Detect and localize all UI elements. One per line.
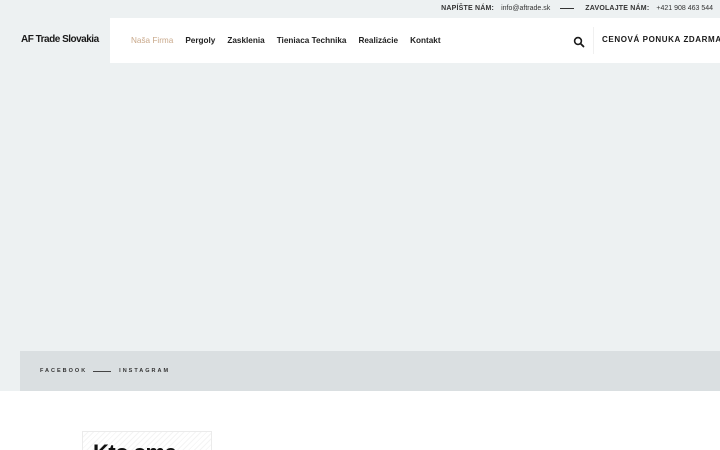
search-icon <box>573 36 585 48</box>
social-links: FACEBOOK INSTAGRAM <box>40 351 170 391</box>
social-strip: FACEBOOK INSTAGRAM <box>20 351 720 391</box>
free-quote-button[interactable]: CENOVÁ PONUKA ZDARMA <box>602 35 720 44</box>
nav-menu: Naša Firma Pergoly Zasklenia Tieniaca Te… <box>131 18 441 63</box>
nav-item-zasklenia[interactable]: Zasklenia <box>227 36 264 45</box>
nav-item-kontakt[interactable]: Kontakt <box>410 36 440 45</box>
nav-divider <box>593 27 594 54</box>
email-link[interactable]: info@aftrade.sk <box>501 5 550 12</box>
nav-item-tieniaca-technika[interactable]: Tieniaca Technika <box>277 36 347 45</box>
nav-item-realizacie[interactable]: Realizácie <box>358 36 398 45</box>
site-logo[interactable]: AF Trade Slovakia <box>21 34 99 45</box>
contact-divider <box>560 8 575 9</box>
contact-bar: NAPÍŠTE NÁM: info@aftrade.sk ZAVOLAJTE N… <box>441 0 713 17</box>
page: NAPÍŠTE NÁM: info@aftrade.sk ZAVOLAJTE N… <box>0 0 720 450</box>
write-us-label: NAPÍŠTE NÁM: <box>441 5 495 12</box>
nav-item-pergoly[interactable]: Pergoly <box>185 36 215 45</box>
social-divider <box>93 370 112 372</box>
search-button[interactable] <box>573 35 585 48</box>
section-heading: Kto sme <box>93 440 177 450</box>
main-navigation: Naša Firma Pergoly Zasklenia Tieniaca Te… <box>110 18 720 63</box>
facebook-link[interactable]: FACEBOOK <box>40 368 87 374</box>
phone-link[interactable]: +421 908 463 544 <box>656 5 713 12</box>
call-us-label: ZAVOLAJTE NÁM: <box>585 5 650 12</box>
nav-item-nasa-firma[interactable]: Naša Firma <box>131 36 173 45</box>
instagram-link[interactable]: INSTAGRAM <box>119 368 170 374</box>
